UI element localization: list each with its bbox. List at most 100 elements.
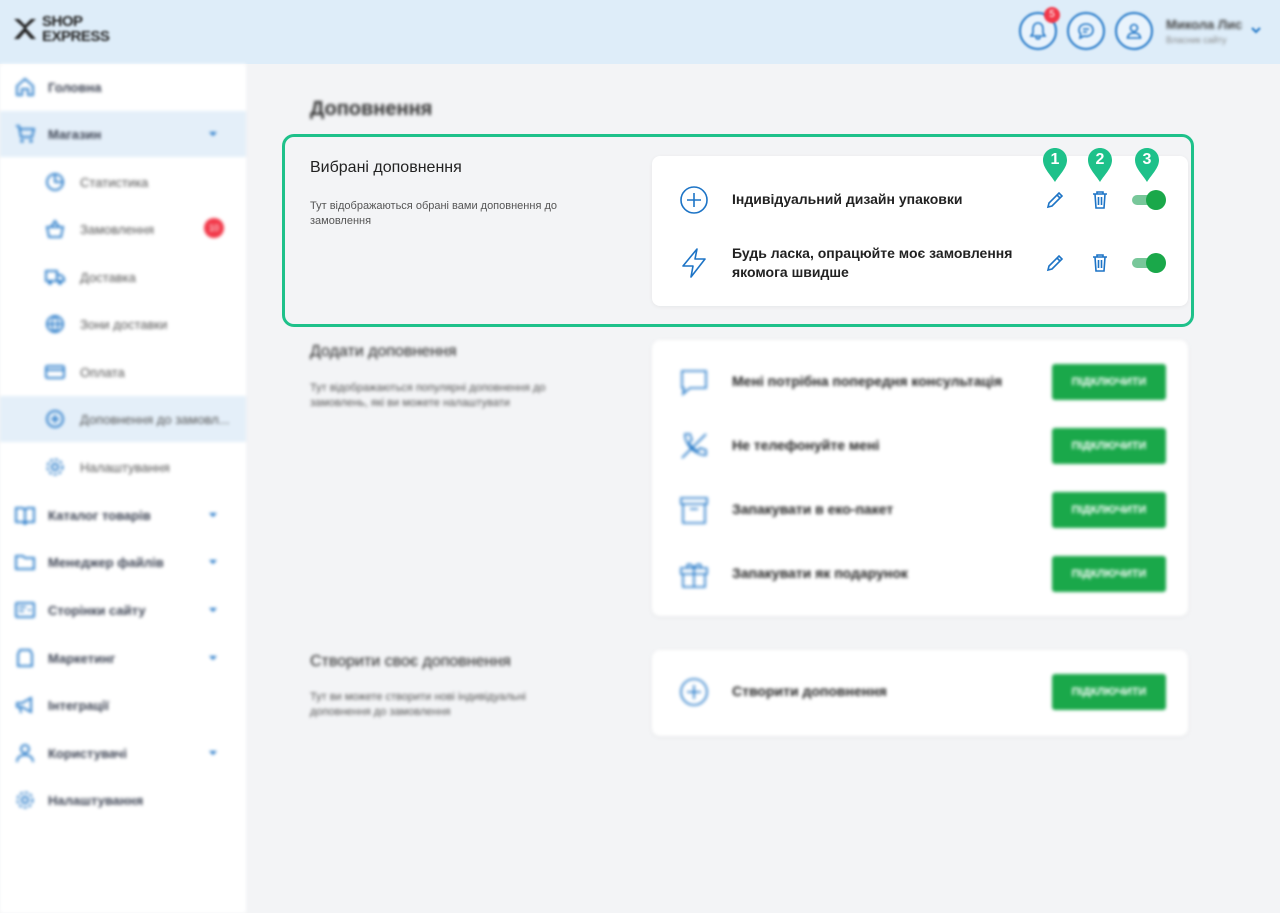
profile-button[interactable] [1115, 12, 1153, 50]
sidebar: Головна Магазин Статистика Замовлення 10… [0, 64, 246, 913]
user-icon [16, 744, 34, 763]
sidebar-item-label: Статистика [80, 174, 149, 190]
sidebar-item-settings[interactable]: Налаштування [0, 777, 246, 823]
truck-icon [45, 270, 65, 285]
user-role: Власник сайту [1166, 35, 1227, 45]
pie-chart-icon [46, 173, 64, 191]
sidebar-item-label: Каталог товарів [48, 507, 151, 523]
page-title: Доповнення [310, 98, 433, 120]
phone-off-icon [681, 433, 707, 459]
gear-icon [46, 458, 64, 476]
plus-circle-icon [46, 410, 64, 428]
sidebar-item-payment[interactable]: Оплата [0, 349, 246, 395]
chat-icon [1078, 23, 1094, 40]
book-icon [15, 507, 35, 526]
megaphone-icon [16, 696, 32, 714]
notification-badge: 5 [1044, 7, 1060, 23]
add-addons-card: Мені потрібна попередня консультація ПІД… [652, 340, 1188, 616]
sidebar-item-marketing[interactable]: Маркетинг [0, 635, 246, 681]
chevron-down-icon[interactable] [1250, 24, 1262, 36]
sidebar-item-label: Доставка [80, 269, 136, 285]
sidebar-item-label: Оплата [80, 364, 125, 380]
user-icon [1126, 23, 1142, 39]
sidebar-item-integrations[interactable]: Інтеграції [0, 682, 246, 728]
list-item: Мені потрібна попередня консультація ПІД… [652, 362, 1188, 402]
orders-count-badge: 10 [204, 218, 224, 238]
messages-button[interactable] [1067, 12, 1105, 50]
sidebar-item-label: Налаштування [80, 459, 170, 475]
list-item: Запакувати в еко-пакет ПІДКЛЮЧИТИ [652, 490, 1188, 530]
annotation-pin-3: 3 [1132, 146, 1162, 184]
tag-icon [17, 649, 33, 667]
gear-icon [16, 791, 34, 809]
create-addon-description: Тут ви можете створити нові індивідуальн… [310, 691, 526, 718]
sidebar-item-label: Користувачі [48, 745, 127, 761]
basket-icon [45, 219, 65, 238]
sidebar-item-label: Магазин [48, 126, 102, 142]
create-addon-card: Створити доповнення ПІДКЛЮЧИТИ [652, 650, 1188, 736]
caret-down-icon [209, 560, 217, 564]
chat-icon [681, 370, 707, 397]
annotation-pin-1: 1 [1040, 146, 1070, 184]
sidebar-item-order-addons[interactable]: Доповнення до замовл... [0, 396, 246, 442]
add-addons-heading: Додати доповнення [310, 343, 457, 360]
home-icon [16, 77, 34, 96]
addon-title: Запакувати як подарунок [732, 565, 908, 581]
sidebar-item-label: Сторінки сайту [48, 602, 146, 618]
caret-down-icon [209, 656, 217, 660]
sidebar-item-label: Зони доставки [80, 316, 168, 332]
cart-icon [16, 125, 36, 143]
sidebar-item-home[interactable]: Головна [0, 64, 246, 110]
bell-icon [1029, 22, 1047, 40]
box-icon [680, 497, 708, 524]
sidebar-item-label: Головна [48, 79, 102, 95]
addon-title: Створити доповнення [732, 683, 887, 699]
caret-down-icon [209, 513, 217, 517]
sidebar-item-label: Маркетинг [48, 650, 116, 666]
list-item: Створити доповнення ПІДКЛЮЧИТИ [652, 672, 1188, 712]
sidebar-item-label: Доповнення до замовл... [80, 411, 230, 427]
logo[interactable]: SHOP EXPRESS [12, 13, 110, 45]
sidebar-item-file-manager[interactable]: Менеджер файлів [0, 539, 246, 585]
addon-title: Запакувати в еко-пакет [732, 501, 894, 517]
sidebar-item-label: Менеджер файлів [48, 554, 164, 570]
caret-down-icon [209, 608, 217, 612]
addon-title: Мені потрібна попередня консультація [732, 373, 1003, 389]
folder-icon [15, 555, 35, 570]
sidebar-item-label: Налаштування [48, 792, 144, 808]
sidebar-item-orders[interactable]: Замовлення 10 [0, 206, 246, 252]
sidebar-item-users[interactable]: Користувачі [0, 730, 246, 776]
sidebar-item-statistics[interactable]: Статистика [0, 159, 246, 205]
connect-button[interactable]: ПІДКЛЮЧИТИ [1052, 674, 1166, 710]
sidebar-item-site-pages[interactable]: Сторінки сайту [0, 587, 246, 633]
connect-button[interactable]: ПІДКЛЮЧИТИ [1052, 428, 1166, 464]
sidebar-item-catalog[interactable]: Каталог товарів [0, 492, 246, 538]
sidebar-item-shop[interactable]: Магазин [0, 111, 246, 157]
logo-line-1: SHOP [42, 13, 83, 30]
top-bar: SHOP EXPRESS 5 Микола Лис Власник сайту [0, 0, 1280, 64]
add-addons-description: Тут відображаються популярні доповнення … [310, 382, 546, 409]
logo-line-2: EXPRESS [42, 28, 110, 45]
gift-icon [680, 563, 708, 588]
card-icon [45, 365, 65, 379]
pages-icon [15, 602, 35, 618]
user-name[interactable]: Микола Лис [1166, 17, 1242, 32]
logo-icon [14, 19, 36, 39]
caret-down-icon [209, 751, 217, 755]
sidebar-item-delivery-zones[interactable]: Зони доставки [0, 301, 246, 347]
connect-button[interactable]: ПІДКЛЮЧИТИ [1052, 492, 1166, 528]
annotation-pin-2: 2 [1085, 146, 1115, 184]
plus-circle-icon [680, 678, 708, 706]
addon-title: Не телефонуйте мені [732, 437, 880, 453]
create-addon-heading: Створити своє доповнення [310, 653, 511, 670]
connect-button[interactable]: ПІДКЛЮЧИТИ [1052, 556, 1166, 592]
sidebar-item-label: Інтеграції [48, 697, 109, 713]
list-item: Не телефонуйте мені ПІДКЛЮЧИТИ [652, 426, 1188, 466]
globe-icon [46, 315, 64, 334]
caret-down-icon [209, 132, 217, 136]
list-item: Запакувати як подарунок ПІДКЛЮЧИТИ [652, 554, 1188, 594]
sidebar-item-shop-settings[interactable]: Налаштування [0, 444, 246, 490]
sidebar-item-delivery[interactable]: Доставка [0, 254, 246, 300]
connect-button[interactable]: ПІДКЛЮЧИТИ [1052, 364, 1166, 400]
sidebar-item-label: Замовлення [80, 221, 155, 237]
